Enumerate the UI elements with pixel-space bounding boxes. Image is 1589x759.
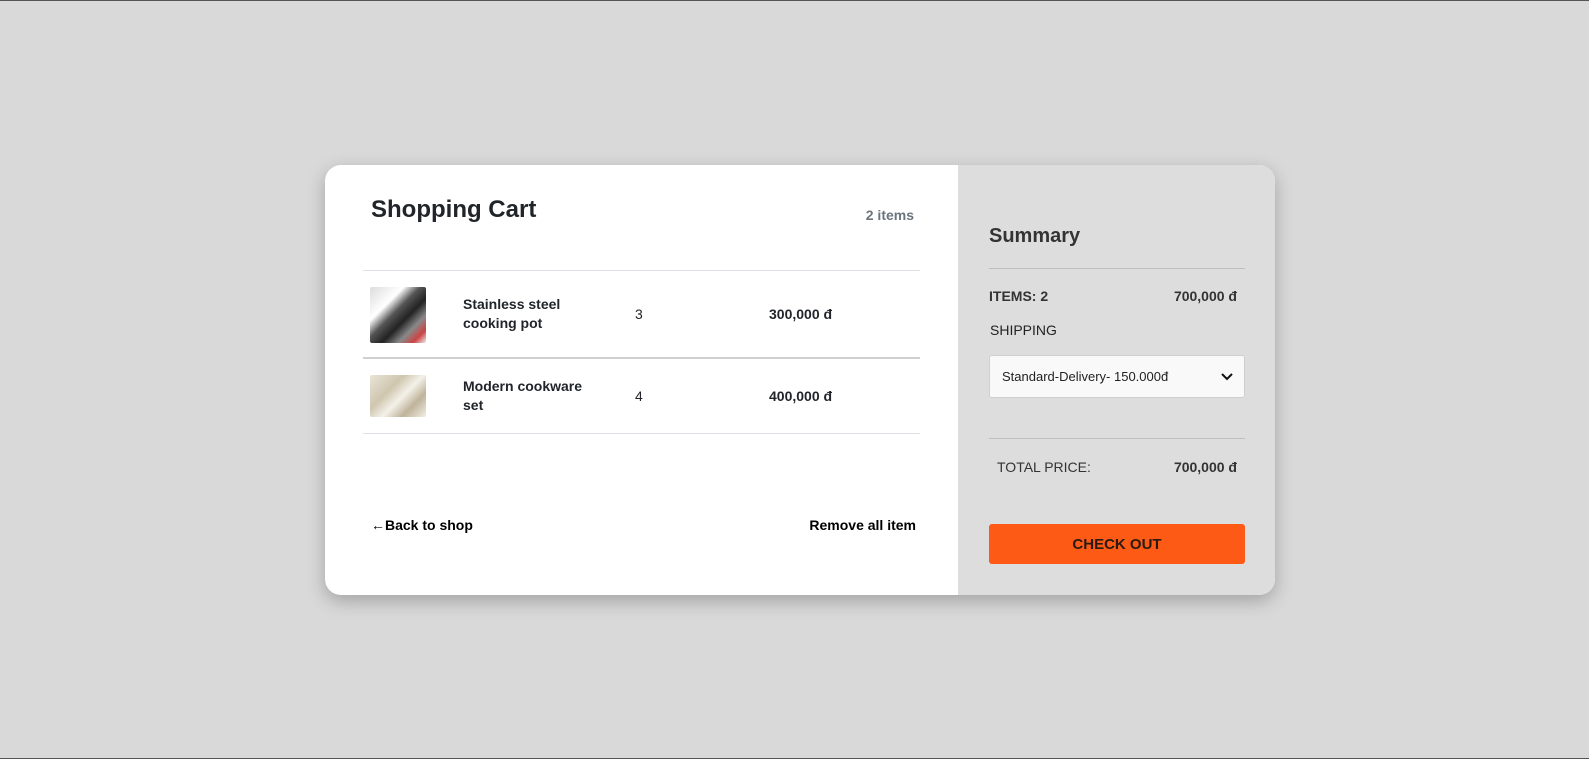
shipping-select[interactable]: Standard-Delivery- 150.000đ bbox=[989, 355, 1245, 398]
summary-items-label: ITEMS: 2 bbox=[989, 288, 1049, 304]
checkout-button[interactable]: CHECK OUT bbox=[989, 524, 1245, 564]
cart-item-qty: 3 bbox=[635, 306, 643, 322]
remove-all-button[interactable]: Remove all item bbox=[809, 517, 916, 533]
cart-item-row: Modern cookware set 4 400,000 đ bbox=[363, 359, 920, 434]
summary-items-value: 700,000 đ bbox=[1173, 288, 1237, 304]
cart-item-price: 400,000 đ bbox=[769, 388, 833, 404]
summary-divider bbox=[989, 438, 1245, 439]
cart-item-qty: 4 bbox=[635, 388, 643, 404]
cart-item-row: Stainless steel cooking pot 3 300,000 đ bbox=[363, 271, 920, 359]
cart-items-list: Stainless steel cooking pot 3 300,000 đ … bbox=[363, 270, 920, 434]
cookware-set-image[interactable] bbox=[370, 375, 426, 417]
shipping-selected-value: Standard-Delivery- 150.000đ bbox=[1002, 369, 1169, 384]
shipping-label: SHIPPING bbox=[990, 322, 1057, 338]
chevron-down-icon bbox=[1221, 373, 1233, 381]
cart-item-count: 2 items bbox=[865, 207, 914, 223]
summary-title: Summary bbox=[989, 225, 1081, 247]
total-price-value: 700,000 đ bbox=[1173, 459, 1237, 475]
back-to-shop-label: Back to shop bbox=[385, 517, 473, 533]
pot-set-image[interactable] bbox=[370, 287, 426, 343]
arrow-left-icon: ← bbox=[371, 517, 385, 533]
cart-item-name[interactable]: Stainless steel cooking pot bbox=[463, 295, 603, 333]
cart-item-name[interactable]: Modern cookware set bbox=[463, 377, 603, 415]
total-price-label: TOTAL PRICE: bbox=[997, 459, 1091, 475]
cart-card: Shopping Cart 2 items Stainless steel co… bbox=[325, 165, 1275, 595]
summary-panel: Summary ITEMS: 2 700,000 đ SHIPPING Stan… bbox=[958, 165, 1275, 595]
summary-divider bbox=[989, 268, 1245, 269]
cart-panel: Shopping Cart 2 items Stainless steel co… bbox=[325, 165, 958, 595]
back-to-shop-link[interactable]: ←Back to shop bbox=[371, 517, 473, 533]
cart-item-price: 300,000 đ bbox=[769, 306, 833, 322]
cart-title: Shopping Cart bbox=[371, 196, 537, 223]
